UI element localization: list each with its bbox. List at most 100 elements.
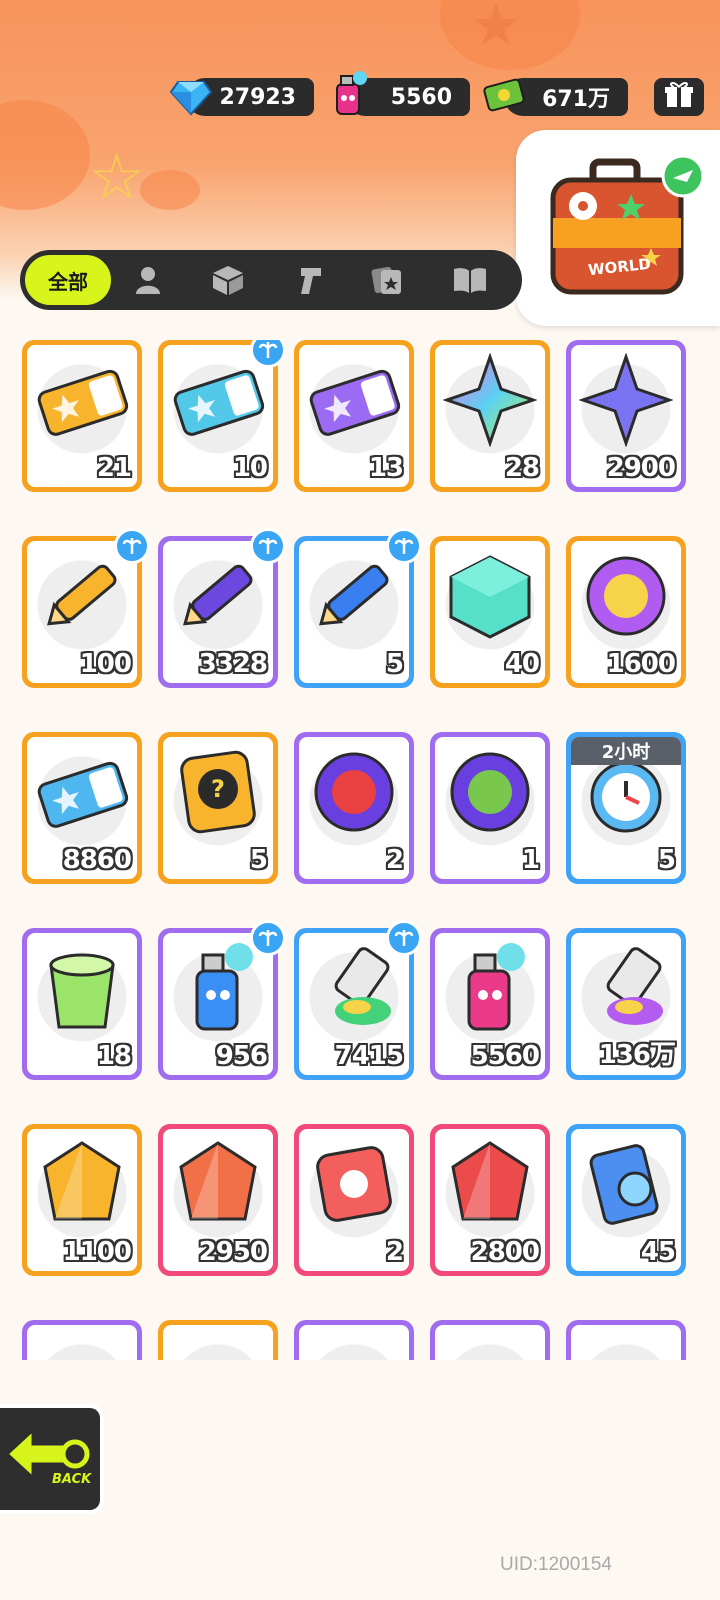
item-card[interactable] bbox=[294, 1320, 414, 1360]
item-card[interactable]: 2 bbox=[294, 1124, 414, 1276]
blue-cards-icon bbox=[579, 1137, 673, 1231]
palm-tree-tag-icon bbox=[114, 528, 150, 564]
item-card-inner: 40 bbox=[435, 541, 545, 683]
item-count: 956 bbox=[215, 1041, 268, 1071]
item-card[interactable]: ? 5 bbox=[158, 732, 278, 884]
item-card[interactable]: 45 bbox=[566, 1124, 686, 1276]
item-card[interactable]: 2900 bbox=[566, 340, 686, 492]
cash-icon bbox=[482, 72, 528, 118]
spray-gun-icon bbox=[301, 268, 321, 294]
item-count: 1100 bbox=[62, 1237, 132, 1267]
cards-icon bbox=[371, 266, 401, 294]
item-count: 10 bbox=[232, 453, 268, 483]
item-card[interactable]: 10 bbox=[158, 340, 286, 492]
category-tab-bar: 全部 bbox=[20, 250, 522, 310]
spray-can-icon bbox=[326, 70, 372, 116]
item-card[interactable]: 2800 bbox=[430, 1124, 550, 1276]
item-card[interactable]: 2小时 5 bbox=[566, 732, 686, 884]
item-card[interactable]: 956 bbox=[158, 920, 286, 1080]
purple-ticket-icon bbox=[307, 353, 401, 447]
tab-cards[interactable] bbox=[370, 262, 406, 298]
item-count: 3328 bbox=[198, 649, 268, 679]
pink-spray-can-icon bbox=[443, 941, 537, 1035]
item-card-inner: 3328 bbox=[163, 541, 273, 683]
partial-item-icon bbox=[307, 1333, 401, 1360]
item-card-inner: 28 bbox=[435, 345, 545, 487]
palm-tree-tag-icon bbox=[386, 528, 422, 564]
purple-crayon-icon bbox=[171, 549, 265, 643]
tab-all[interactable]: 全部 bbox=[22, 252, 114, 308]
item-card[interactable] bbox=[22, 1320, 142, 1360]
gift-icon bbox=[664, 81, 694, 113]
item-card-inner bbox=[27, 1325, 137, 1360]
back-button[interactable]: BACK bbox=[0, 1404, 104, 1514]
wave-up-ticket-icon bbox=[171, 353, 265, 447]
item-card[interactable]: 8860 bbox=[22, 732, 142, 884]
item-card[interactable]: 28 bbox=[430, 340, 550, 492]
item-card[interactable]: 40 bbox=[430, 536, 550, 688]
item-card[interactable]: 100 bbox=[22, 528, 150, 688]
item-card[interactable]: 5 bbox=[294, 528, 422, 688]
gift-button[interactable] bbox=[654, 78, 704, 116]
palm-tree-tag-icon bbox=[250, 920, 286, 956]
item-count: 40 bbox=[504, 649, 540, 679]
character-icon bbox=[136, 267, 160, 294]
diamond-icon bbox=[168, 74, 214, 120]
item-card[interactable]: 1600 bbox=[566, 536, 686, 688]
tab-all-label: 全部 bbox=[48, 269, 88, 294]
palm-tree-tag-icon bbox=[386, 920, 422, 956]
item-card[interactable] bbox=[566, 1320, 686, 1360]
red-dice-icon bbox=[307, 1137, 401, 1231]
back-label: BACK bbox=[52, 1472, 92, 1487]
book-icon bbox=[454, 268, 486, 293]
item-card-inner: ? 5 bbox=[163, 737, 273, 879]
palm-tree-tag-icon bbox=[250, 528, 286, 564]
item-card[interactable]: 13 bbox=[294, 340, 414, 492]
tab-character[interactable] bbox=[130, 262, 166, 298]
item-card[interactable]: 18 bbox=[22, 928, 142, 1080]
yellow-crayon-icon bbox=[35, 549, 129, 643]
item-card-inner: 21 bbox=[27, 345, 137, 487]
star-decoration: ☆ bbox=[88, 141, 146, 215]
spray-can-count: 5560 bbox=[390, 84, 452, 110]
item-count: 5 bbox=[249, 845, 268, 875]
item-card[interactable]: 1 bbox=[430, 732, 550, 884]
item-card[interactable]: 136万 bbox=[566, 928, 686, 1080]
item-card-inner: 956 bbox=[163, 933, 273, 1075]
rainbow-paint-tube-icon bbox=[579, 941, 673, 1035]
item-card[interactable]: 2 bbox=[294, 732, 414, 884]
item-card[interactable]: 21 bbox=[22, 340, 142, 492]
blue-crayon-icon bbox=[307, 549, 401, 643]
gold-ticket-icon bbox=[35, 353, 129, 447]
item-card[interactable] bbox=[158, 1320, 278, 1360]
suitcase-icon bbox=[550, 154, 703, 295]
user-id: UID:1200154 bbox=[500, 1554, 612, 1575]
item-card-inner bbox=[435, 1325, 545, 1360]
mystery-card-icon: ? bbox=[171, 745, 265, 839]
item-card[interactable] bbox=[430, 1320, 550, 1360]
item-card[interactable]: 5560 bbox=[430, 928, 550, 1080]
tab-box[interactable] bbox=[210, 262, 246, 298]
item-card-inner bbox=[571, 1325, 681, 1360]
svg-text:?: ? bbox=[211, 775, 225, 803]
item-count: 1600 bbox=[606, 649, 676, 679]
tab-book[interactable] bbox=[452, 262, 488, 298]
orange-crystal-icon bbox=[171, 1137, 265, 1231]
item-card-inner: 2小时 5 bbox=[571, 737, 681, 879]
partial-item-icon bbox=[35, 1333, 129, 1360]
world-button[interactable]: WORLD bbox=[516, 130, 720, 326]
item-card[interactable]: 2950 bbox=[158, 1124, 278, 1276]
color-cube-icon bbox=[443, 549, 537, 643]
item-count: 28 bbox=[504, 453, 540, 483]
item-card[interactable]: 3328 bbox=[158, 528, 286, 688]
tab-spray-gun[interactable] bbox=[292, 262, 328, 298]
item-card[interactable]: 1100 bbox=[22, 1124, 142, 1276]
item-card[interactable]: 7415 bbox=[294, 920, 422, 1080]
gold-crystal-icon bbox=[35, 1137, 129, 1231]
item-card-inner: 2800 bbox=[435, 1129, 545, 1271]
item-count: 2800 bbox=[470, 1237, 540, 1267]
partial-item-icon bbox=[171, 1333, 265, 1360]
item-count: 21 bbox=[96, 453, 132, 483]
item-card-inner: 2950 bbox=[163, 1129, 273, 1271]
item-count: 100 bbox=[79, 649, 132, 679]
